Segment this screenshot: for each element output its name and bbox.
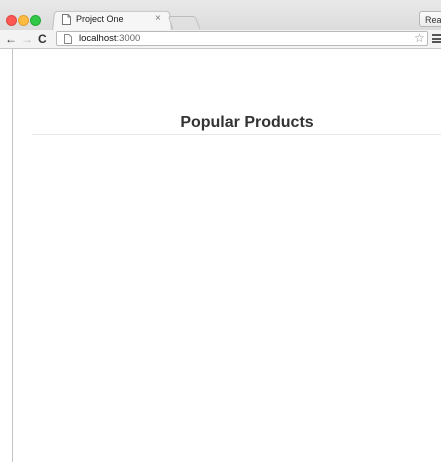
tab-close-icon[interactable]: × xyxy=(155,13,161,24)
back-arrow-icon[interactable]: ← xyxy=(5,32,17,46)
tab-title: Project One xyxy=(76,14,124,24)
bookmark-star-icon[interactable]: ☆ xyxy=(414,31,425,45)
react-extension-button[interactable]: React xyxy=(419,11,441,27)
maximize-window-button[interactable] xyxy=(30,15,41,26)
close-window-button[interactable] xyxy=(6,15,17,26)
viewport-left-border xyxy=(12,49,13,462)
title-divider xyxy=(32,134,441,135)
page-icon xyxy=(64,34,72,44)
forward-arrow-icon[interactable]: → xyxy=(21,32,33,46)
browser-tab-project-one[interactable]: Project One × xyxy=(52,10,170,30)
menu-icon[interactable] xyxy=(432,34,441,43)
page-title: Popular Products xyxy=(180,114,314,131)
document-icon xyxy=(62,14,71,25)
new-tab-button[interactable] xyxy=(167,16,201,29)
browser-toolbar: ← → C localhost:3000 ☆ xyxy=(0,30,441,49)
reload-icon[interactable]: C xyxy=(38,32,47,46)
minimize-window-button[interactable] xyxy=(18,15,29,26)
address-bar[interactable]: localhost:3000 xyxy=(56,31,428,46)
url-host: localhost xyxy=(79,33,117,44)
browser-titlebar: Project One × React xyxy=(0,0,441,31)
url-text: localhost:3000 xyxy=(79,33,140,45)
url-port: :3000 xyxy=(116,33,141,44)
